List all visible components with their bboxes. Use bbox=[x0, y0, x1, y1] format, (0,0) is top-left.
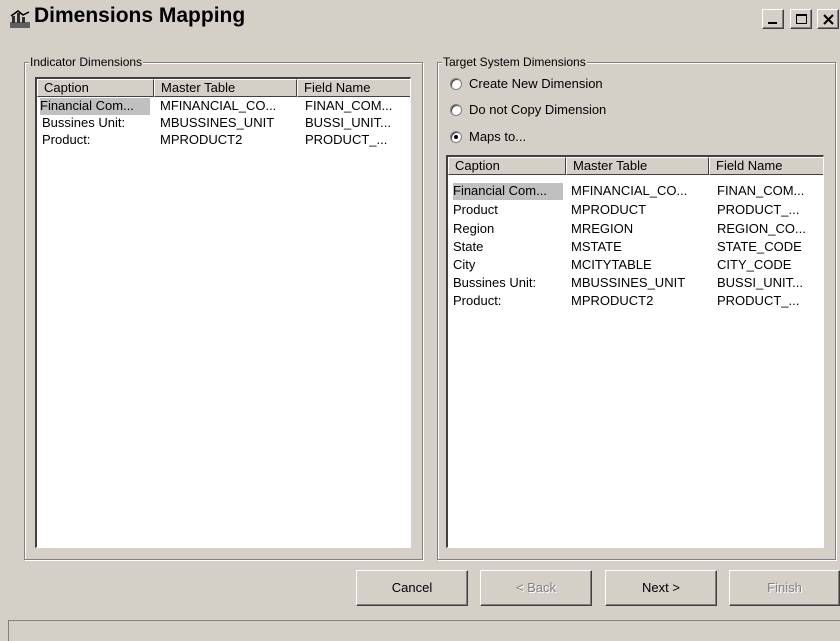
row-caption: Bussines Unit: bbox=[42, 115, 126, 130]
radio-label: Maps to... bbox=[469, 129, 527, 144]
radio-label: Do not Copy Dimension bbox=[469, 102, 607, 117]
row-caption: Financial Com... bbox=[40, 98, 150, 115]
close-button[interactable] bbox=[817, 9, 839, 29]
row-caption: City bbox=[453, 257, 476, 272]
row-caption: Product bbox=[453, 202, 498, 217]
row-caption: Product: bbox=[42, 132, 91, 147]
indicator-dimensions-list[interactable]: Caption Master Table Field Name Financia… bbox=[35, 77, 411, 548]
row-caption: Financial Com... bbox=[453, 183, 563, 200]
indicator-dimensions-legend: Indicator Dimensions bbox=[29, 55, 144, 69]
close-icon bbox=[823, 14, 834, 25]
row-master-table: MREGION bbox=[571, 221, 634, 236]
target-column-master-table[interactable]: Master Table bbox=[566, 157, 709, 175]
row-caption: State bbox=[453, 239, 484, 254]
title-bar: Dimensions Mapping bbox=[0, 0, 840, 35]
indicator-column-field-name[interactable]: Field Name bbox=[297, 79, 410, 97]
indicator-column-caption[interactable]: Caption bbox=[37, 79, 154, 97]
radio-maps-to[interactable]: Maps to... bbox=[450, 128, 610, 148]
row-field-name: FINAN_COM... bbox=[305, 98, 393, 113]
row-master-table: MCITYTABLE bbox=[571, 257, 652, 272]
app-icon bbox=[10, 10, 30, 28]
row-master-table: MSTATE bbox=[571, 239, 622, 254]
target-dimensions-list[interactable]: Caption Master Table Field Name Financia… bbox=[446, 155, 824, 548]
row-field-name: BUSSI_UNIT... bbox=[717, 275, 803, 290]
indicator-column-master-table[interactable]: Master Table bbox=[154, 79, 297, 97]
cancel-button[interactable]: Cancel bbox=[356, 570, 468, 606]
radio-do-not-copy-dimension[interactable]: Do not Copy Dimension bbox=[450, 101, 610, 121]
maximize-icon bbox=[796, 14, 807, 24]
row-master-table: MFINANCIAL_CO... bbox=[160, 98, 277, 113]
row-master-table: MBUSSINES_UNIT bbox=[571, 275, 686, 290]
row-caption: Bussines Unit: bbox=[453, 275, 537, 290]
radio-create-new-dimension[interactable]: Create New Dimension bbox=[450, 75, 610, 95]
row-field-name: BUSSI_UNIT... bbox=[305, 115, 391, 130]
row-caption: Product: bbox=[453, 293, 502, 308]
row-master-table: MPRODUCT2 bbox=[571, 293, 654, 308]
finish-button[interactable]: Finish bbox=[729, 570, 840, 606]
next-button[interactable]: Next > bbox=[605, 570, 717, 606]
radio-button-selected bbox=[450, 131, 462, 143]
window-title: Dimensions Mapping bbox=[34, 4, 246, 27]
row-caption: Region bbox=[453, 221, 495, 236]
row-field-name: CITY_CODE bbox=[717, 257, 792, 272]
row-field-name: STATE_CODE bbox=[717, 239, 802, 254]
row-master-table: MPRODUCT bbox=[571, 202, 647, 217]
row-field-name: FINAN_COM... bbox=[717, 183, 805, 198]
back-button[interactable]: < Back bbox=[480, 570, 592, 606]
maximize-button[interactable] bbox=[790, 9, 812, 29]
target-column-caption[interactable]: Caption bbox=[448, 157, 566, 175]
row-field-name: PRODUCT_... bbox=[305, 132, 388, 147]
row-field-name: PRODUCT_... bbox=[717, 293, 800, 308]
radio-label: Create New Dimension bbox=[469, 76, 603, 91]
row-field-name: PRODUCT_... bbox=[717, 202, 800, 217]
row-master-table: MFINANCIAL_CO... bbox=[571, 183, 688, 198]
row-master-table: MBUSSINES_UNIT bbox=[160, 115, 275, 130]
status-bar bbox=[8, 620, 840, 641]
target-column-field-name[interactable]: Field Name bbox=[709, 157, 823, 175]
radio-button bbox=[450, 78, 462, 90]
minimize-button[interactable] bbox=[762, 9, 784, 29]
target-dimensions-legend: Target System Dimensions bbox=[442, 55, 587, 69]
radio-button bbox=[450, 104, 462, 116]
row-master-table: MPRODUCT2 bbox=[160, 132, 243, 147]
minimize-icon bbox=[768, 22, 777, 24]
row-field-name: REGION_CO... bbox=[717, 221, 806, 236]
